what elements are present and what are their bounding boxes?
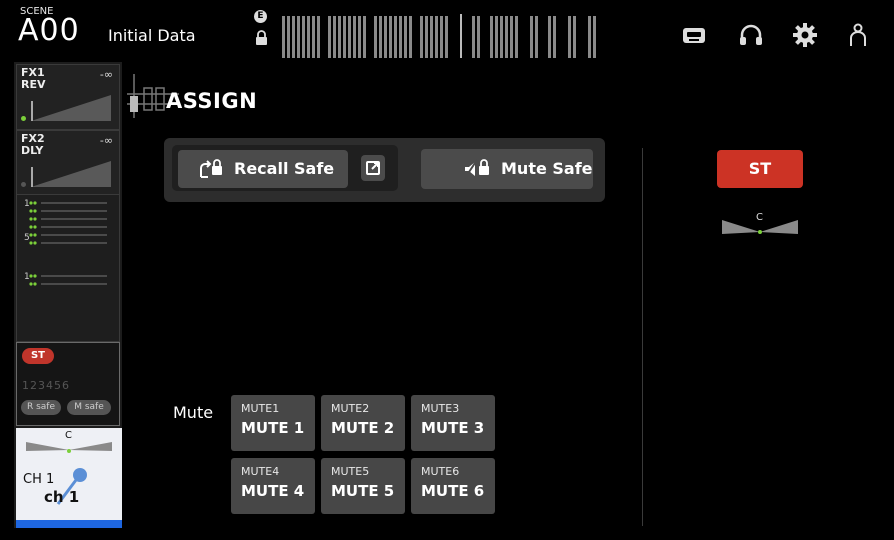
lock-badge: E <box>254 10 267 23</box>
channel-color-bar <box>16 520 122 528</box>
user-icon[interactable] <box>845 22 871 48</box>
mute-group-1-sub: MUTE1 <box>241 402 280 415</box>
fx2-name: FX2 DLY <box>21 132 45 157</box>
mute-section-label: Mute <box>173 403 214 422</box>
mute-group-5-label: MUTE 5 <box>331 482 395 500</box>
mute-safe-icon <box>464 159 489 179</box>
fx1-level: -∞ <box>99 68 113 81</box>
recall-safe-pill: R safe <box>21 400 61 415</box>
fx2-level-ramp <box>31 161 111 187</box>
st-assign-button[interactable]: ST <box>717 150 803 188</box>
strip-mute-groups: 123456 <box>22 379 70 392</box>
recall-safe-icon <box>200 159 222 178</box>
fx1-level-ramp <box>31 95 111 121</box>
strip-assign-area[interactable]: ST 123456 R safe M safe <box>16 342 120 426</box>
fx1-send[interactable]: FX1 REV -∞ <box>16 64 120 130</box>
recall-safe-label: Recall Safe <box>234 159 335 178</box>
meter-label-1b: 1 <box>24 272 30 282</box>
level-meters: 1 5 1 <box>24 199 107 286</box>
fx1-name: FX1 REV <box>21 66 46 91</box>
mute-group-6-label: MUTE 6 <box>421 482 485 500</box>
fx2-on-led <box>21 182 26 187</box>
fx1-on-led <box>21 116 26 121</box>
channel-strip: FX1 REV -∞ FX2 DLY -∞ 1 5 1 ST 123456 R … <box>14 62 122 528</box>
mute-group-4-label: MUTE 4 <box>241 482 305 500</box>
scene-number[interactable]: A00 <box>18 14 80 48</box>
mute-group-6-sub: MUTE6 <box>421 465 460 478</box>
section-divider <box>642 148 643 526</box>
mute-group-2-button[interactable]: MUTE2 MUTE 2 <box>321 395 405 451</box>
mute-group-1-label: MUTE 1 <box>241 419 305 437</box>
mute-safe-label: Mute Safe <box>501 159 593 178</box>
recall-safe-popup-button[interactable] <box>361 155 385 181</box>
mute-group-4-sub: MUTE4 <box>241 465 280 478</box>
mute-group-3-label: MUTE 3 <box>421 419 485 437</box>
strip-st-indicator: ST <box>22 348 54 364</box>
meter-label-1: 1 <box>24 199 30 209</box>
scene-name[interactable]: Initial Data <box>108 26 196 45</box>
mute-group-4-button[interactable]: MUTE4 MUTE 4 <box>231 458 315 514</box>
headphones-icon[interactable] <box>738 22 764 48</box>
mute-group-5-sub: MUTE5 <box>331 465 370 478</box>
mute-group-3-sub: MUTE3 <box>421 402 460 415</box>
meter-bridge <box>282 14 596 58</box>
mute-group-6-button[interactable]: MUTE6 MUTE 6 <box>411 458 495 514</box>
mute-group-2-label: MUTE 2 <box>331 419 395 437</box>
channel-card[interactable]: C CH 1 ch 1 <box>16 428 122 528</box>
fx2-level: -∞ <box>99 134 113 147</box>
mute-group-2-sub: MUTE2 <box>331 402 370 415</box>
strip-pan-indicator <box>26 442 112 453</box>
meter-label-5: 5 <box>24 233 30 243</box>
mute-safe-button[interactable]: Mute Safe <box>421 149 593 189</box>
channel-number: CH 1 <box>23 472 55 487</box>
fx2-send[interactable]: FX2 DLY -∞ <box>16 130 120 196</box>
page-title: ASSIGN <box>166 89 258 113</box>
mute-group-1-button[interactable]: MUTE1 MUTE 1 <box>231 395 315 451</box>
gear-icon[interactable] <box>792 22 818 48</box>
lock-icon <box>256 30 267 45</box>
mute-group-3-button[interactable]: MUTE3 MUTE 3 <box>411 395 495 451</box>
recall-safe-button[interactable]: Recall Safe <box>178 150 348 188</box>
mute-group-5-button[interactable]: MUTE5 MUTE 5 <box>321 458 405 514</box>
external-link-icon <box>366 161 380 175</box>
mute-safe-pill: M safe <box>67 400 111 415</box>
channel-name: ch 1 <box>44 488 80 506</box>
recorder-icon[interactable] <box>681 22 707 48</box>
meter-area: 1 5 1 <box>16 194 120 342</box>
st-pan-center: C <box>756 212 763 223</box>
